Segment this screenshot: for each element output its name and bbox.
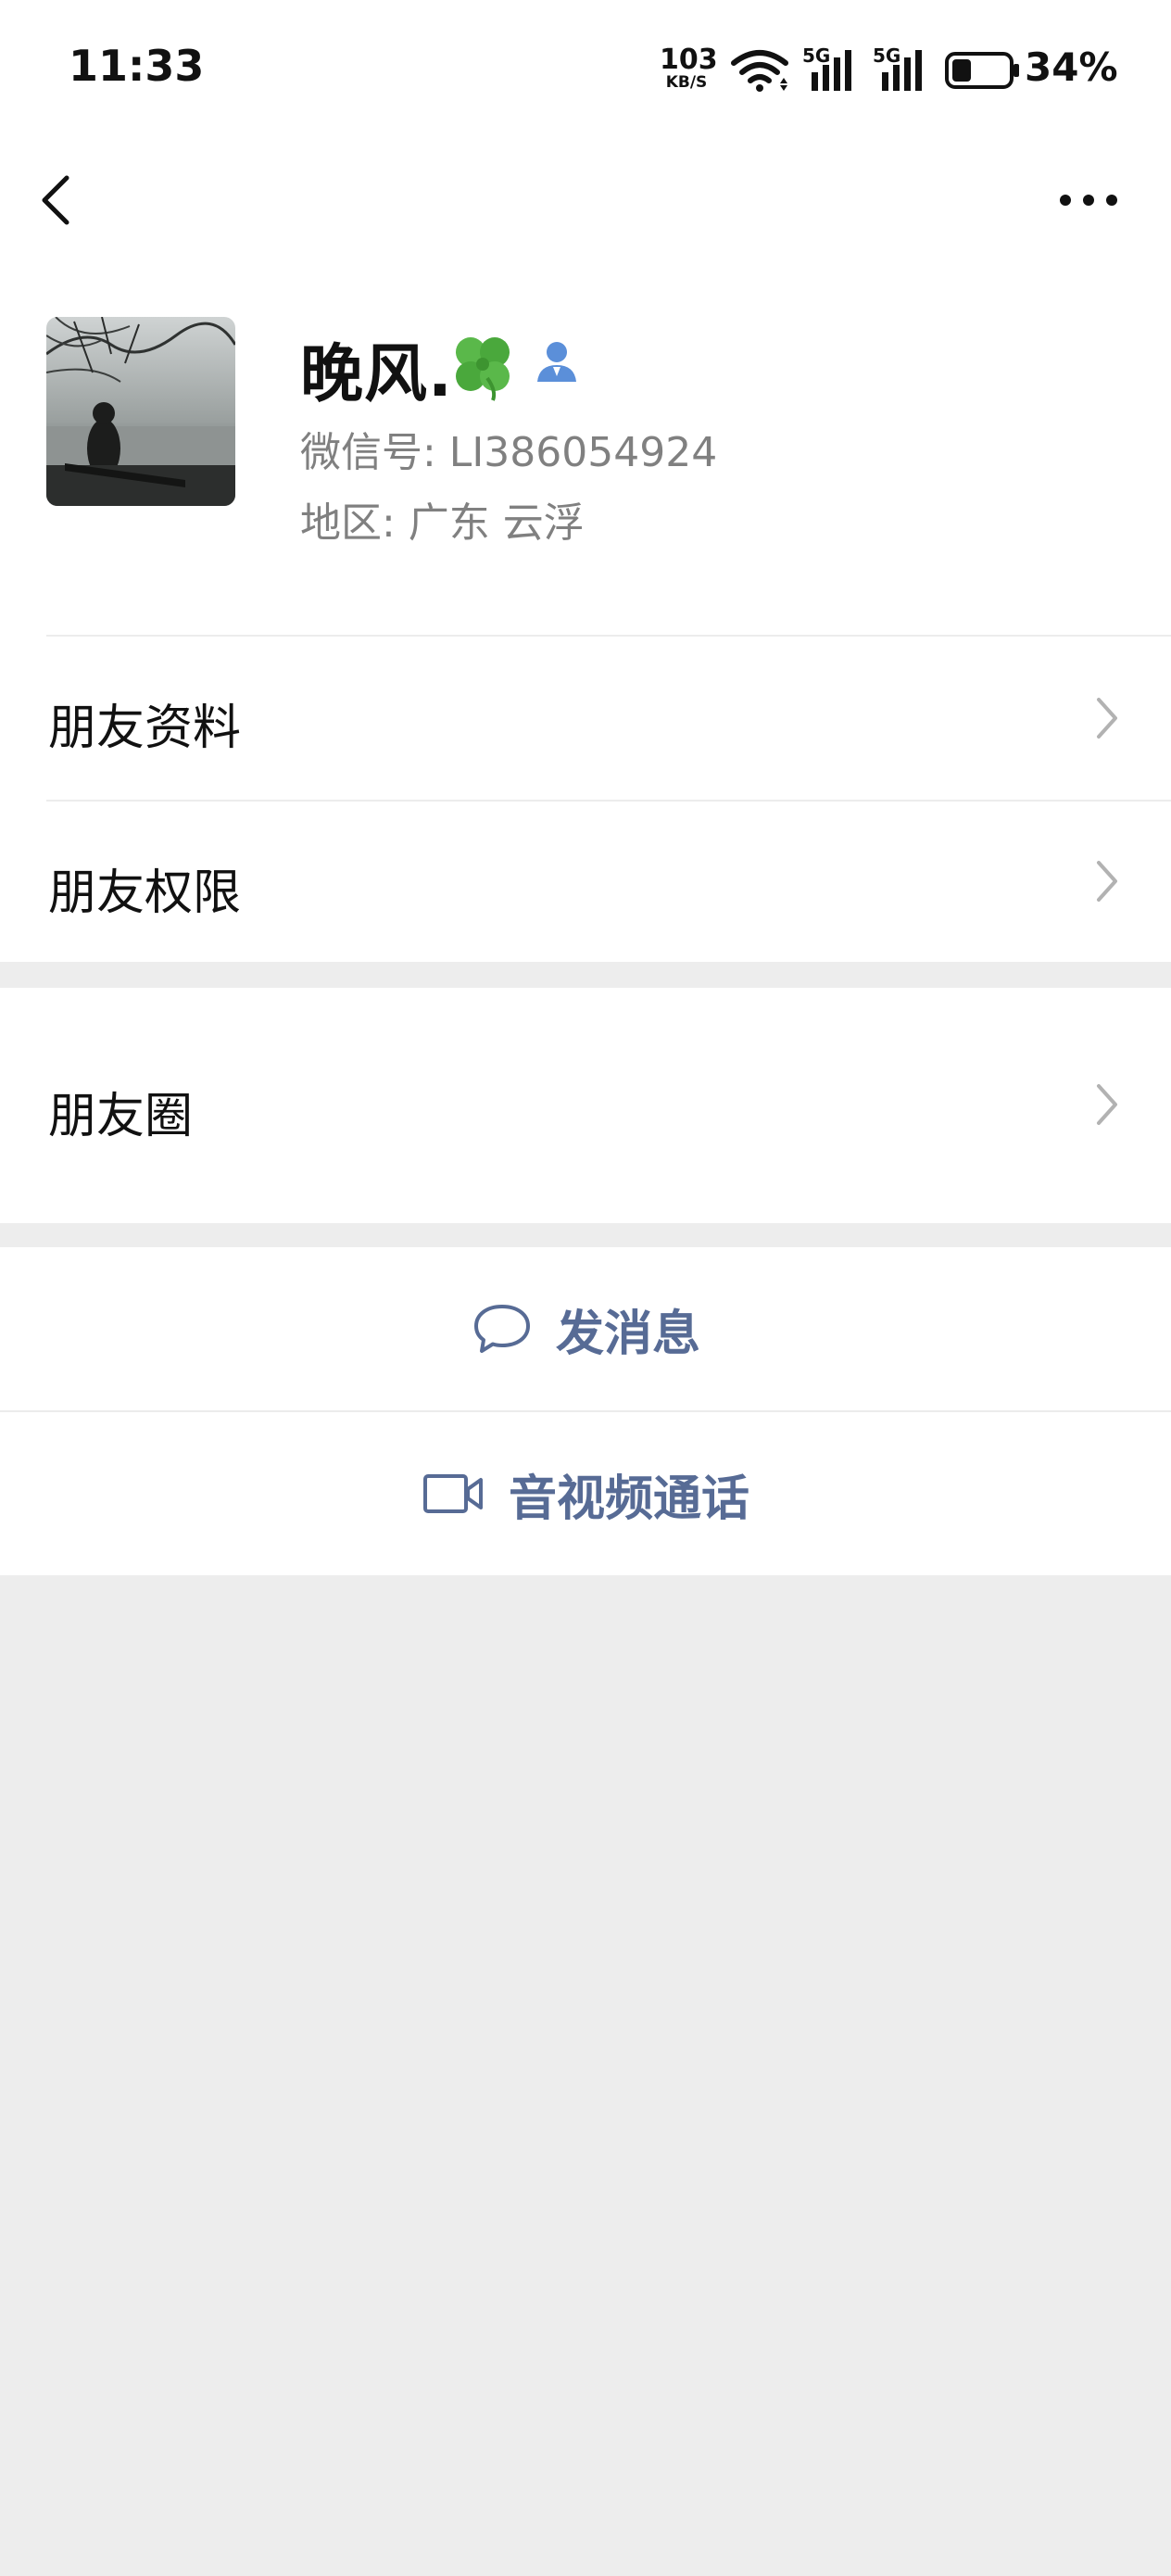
network-speed-unit: KB/S <box>665 73 708 92</box>
region: 地区: 广东 云浮 <box>300 499 585 547</box>
signal-5g-icon: 5G <box>802 44 858 93</box>
four-leaf-clover-icon <box>456 337 510 401</box>
send-message-button[interactable]: 发消息 <box>0 1247 1171 1410</box>
menu-item-friend-info[interactable]: 朋友资料 <box>0 637 1171 800</box>
battery-percent: 34% <box>1025 44 1118 90</box>
avatar[interactable] <box>46 317 235 506</box>
status-time: 11:33 <box>69 41 205 91</box>
video-camera-icon <box>422 1474 483 1513</box>
chevron-right-icon <box>1097 861 1117 902</box>
av-call-button[interactable]: 音视频通话 <box>0 1412 1171 1575</box>
chat-bubble-icon <box>473 1305 530 1353</box>
wifi-icon <box>731 50 788 92</box>
chevron-left-icon <box>42 175 69 225</box>
menu-item-label: 朋友圈 <box>48 1089 194 1144</box>
person-badge-icon <box>537 342 576 382</box>
status-bar: 11:33 103 KB/S 5G 5G 34% <box>0 0 1171 139</box>
battery-icon <box>945 52 1019 89</box>
chevron-right-icon <box>1097 1084 1117 1125</box>
menu-item-label: 朋友权限 <box>48 865 242 921</box>
signal-5g-icon-2: 5G <box>873 44 928 93</box>
profile-nickname: 晚风. <box>300 338 453 411</box>
chevron-right-icon <box>1097 698 1117 739</box>
av-call-label: 音视频通话 <box>508 1471 749 1527</box>
menu-item-moments[interactable]: 朋友圈 <box>0 988 1171 1223</box>
more-button[interactable] <box>1047 176 1130 224</box>
back-button[interactable] <box>33 167 85 234</box>
menu-item-label: 朋友资料 <box>48 701 242 756</box>
wechat-id: 微信号: LI386054924 <box>300 429 718 476</box>
more-dots-icon <box>1060 195 1117 206</box>
network-speed: 103 KB/S <box>660 44 718 92</box>
menu-item-friend-permissions[interactable]: 朋友权限 <box>0 802 1171 962</box>
network-speed-value: 103 <box>660 44 718 76</box>
send-message-label: 发消息 <box>555 1306 700 1362</box>
